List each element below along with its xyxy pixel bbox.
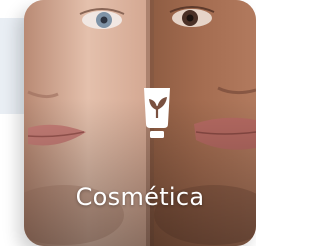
- category-card-cosmetica[interactable]: Cosmética: [24, 0, 256, 246]
- category-page: Cosmética: [0, 0, 256, 246]
- cream-tube-leaf-icon: [144, 88, 170, 138]
- category-label: Cosmética: [75, 183, 205, 211]
